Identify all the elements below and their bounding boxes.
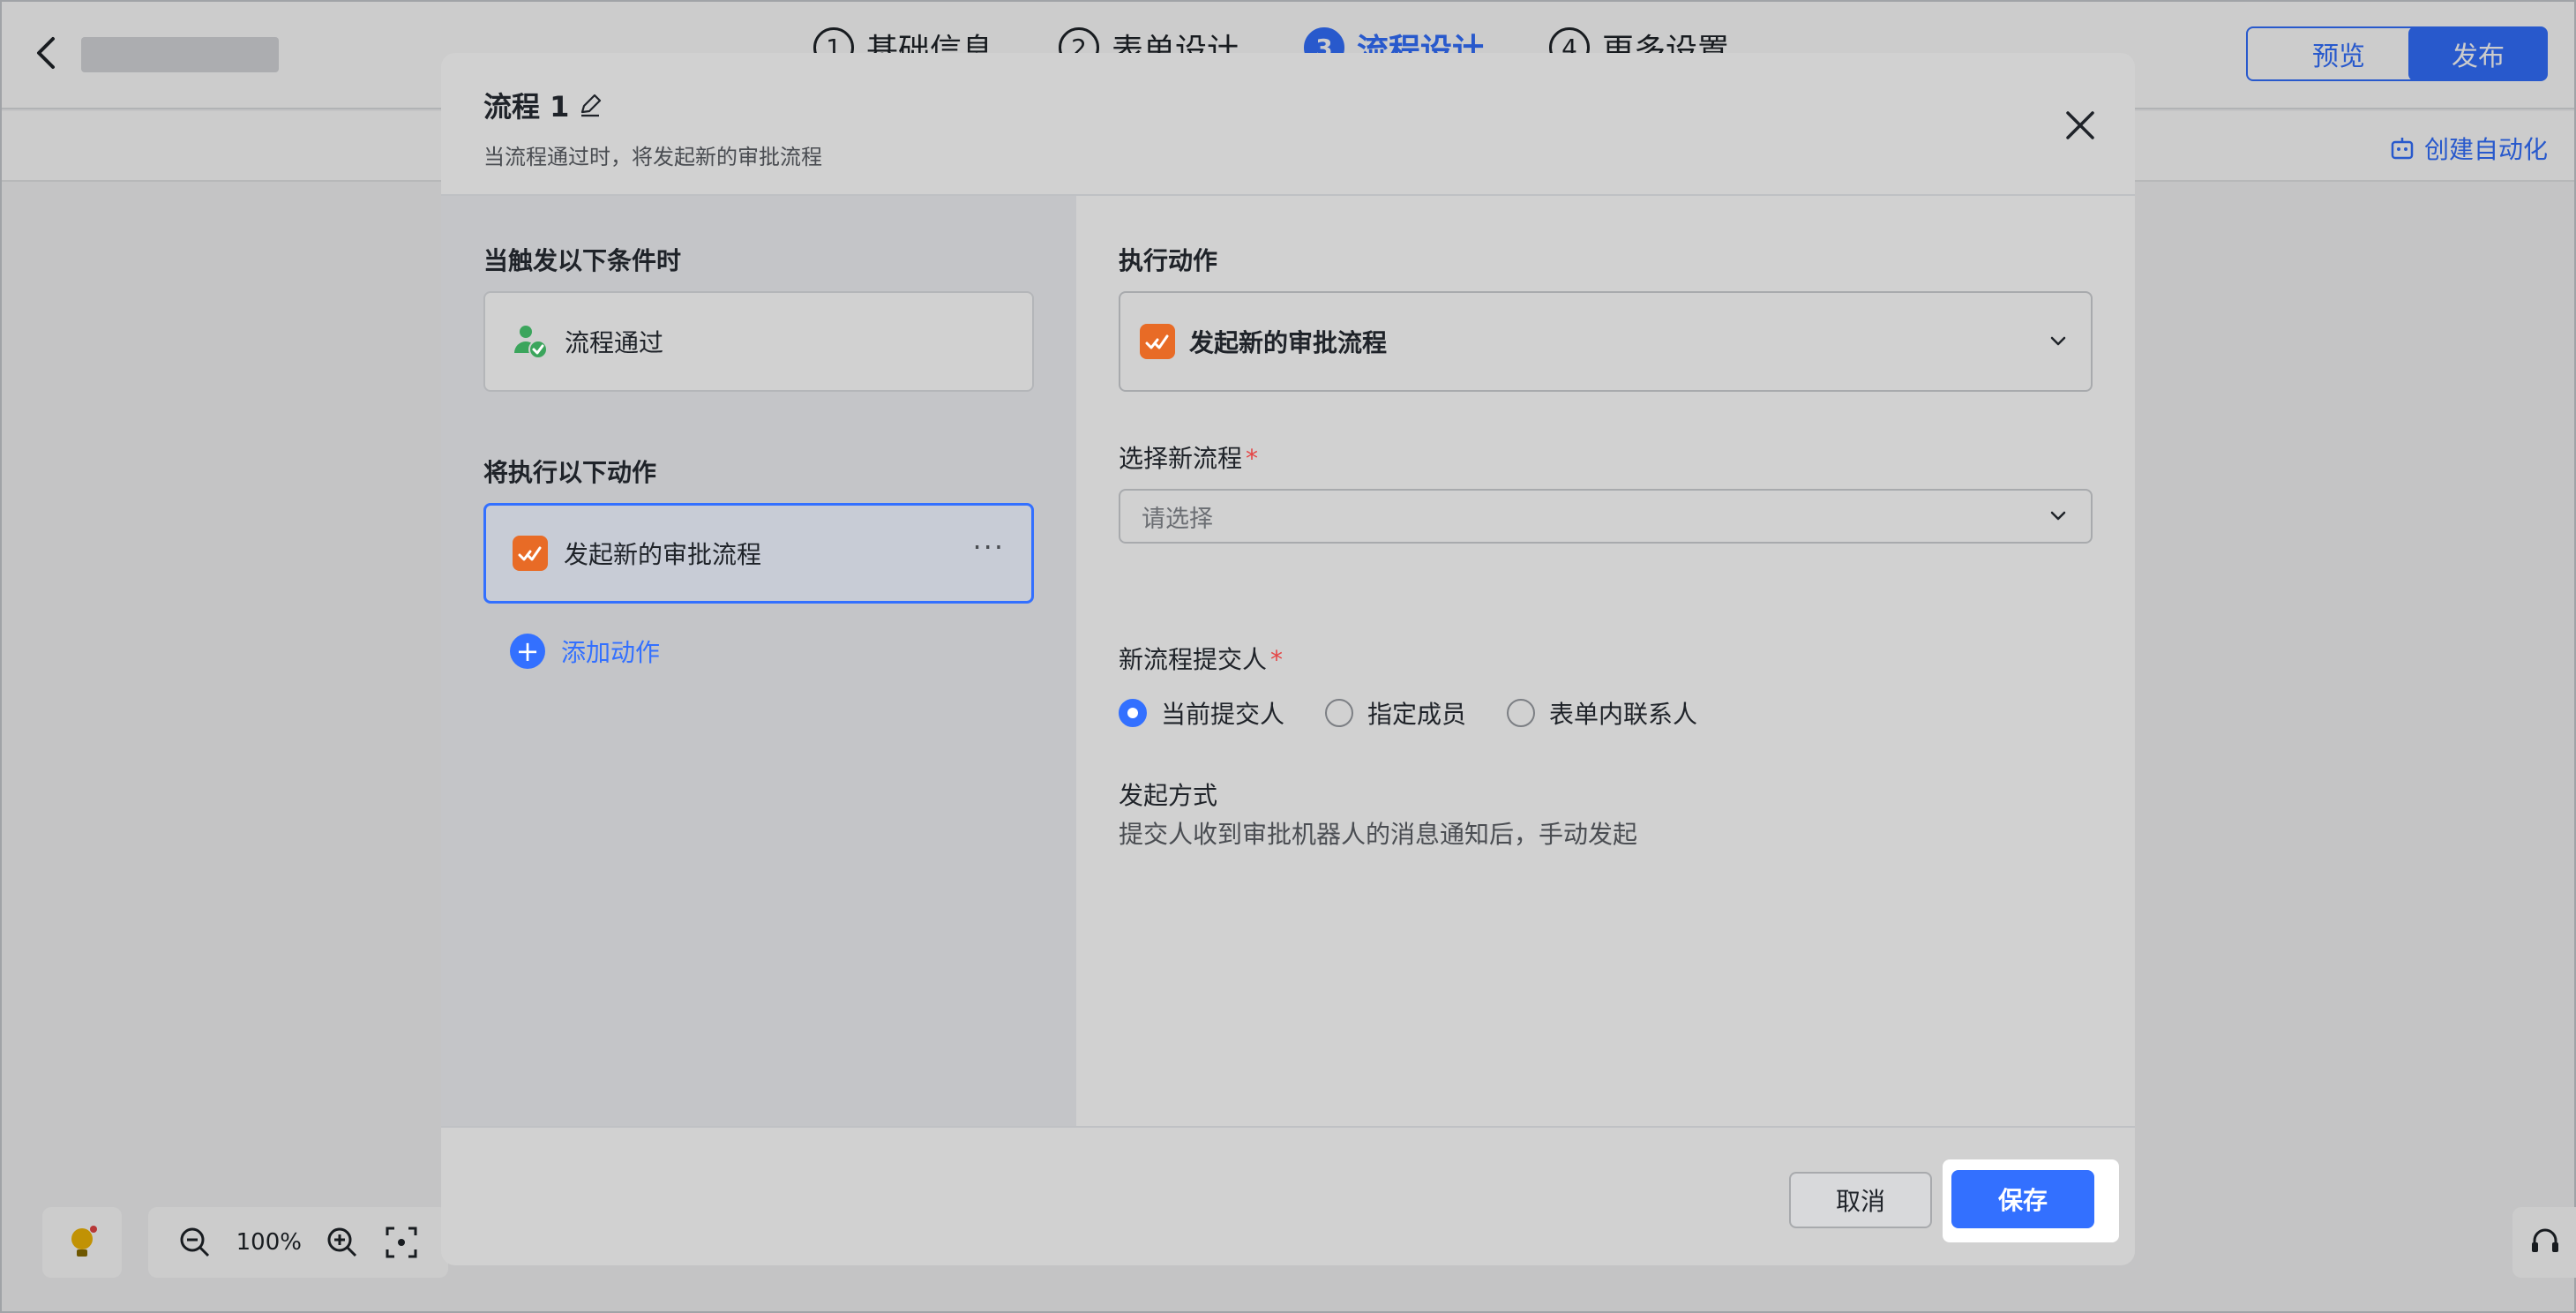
close-icon[interactable] bbox=[2063, 108, 2098, 143]
approval-app-icon bbox=[513, 536, 548, 571]
automation-dialog: 流程 1 当流程通过时，将发起新的审批流程 当触发以下条件时 流程通过 将执行以… bbox=[441, 53, 2135, 1265]
cancel-button[interactable]: 取消 bbox=[1789, 1172, 1932, 1228]
dialog-title: 流程 1 bbox=[483, 85, 603, 125]
execute-action-heading: 执行动作 bbox=[1119, 246, 1218, 275]
radio-label: 指定成员 bbox=[1367, 700, 1467, 729]
edit-pencil-icon[interactable] bbox=[578, 93, 603, 117]
launch-mode-label: 发起方式 bbox=[1119, 781, 1218, 810]
more-options-icon[interactable]: ··· bbox=[972, 530, 1005, 564]
select-flow-label: 选择新流程 * bbox=[1119, 439, 1258, 475]
dialog-header: 流程 1 当流程通过时，将发起新的审批流程 bbox=[441, 53, 2135, 196]
submitter-radio-group: 当前提交人 指定成员 表单内联系人 bbox=[1119, 695, 1697, 731]
action-card-selected[interactable]: 发起新的审批流程 ··· bbox=[483, 503, 1034, 604]
execute-action-value: 发起新的审批流程 bbox=[1189, 328, 1388, 357]
execute-action-select[interactable]: 发起新的审批流程 bbox=[1119, 291, 2093, 392]
chevron-down-icon bbox=[2050, 336, 2066, 346]
required-mark: * bbox=[1246, 444, 1259, 473]
trigger-condition-card[interactable]: 流程通过 bbox=[483, 291, 1034, 392]
launch-mode-description: 提交人收到审批机器人的消息通知后，手动发起 bbox=[1119, 820, 1638, 849]
trigger-condition-label: 流程通过 bbox=[565, 328, 664, 357]
trigger-action-panel: 当触发以下条件时 流程通过 将执行以下动作 发起新的审批流程 ··· + 添加动… bbox=[441, 196, 1076, 1126]
dialog-footer: 取消 保存 bbox=[441, 1126, 2135, 1265]
action-config-panel: 执行动作 发起新的审批流程 选择新流程 * 请选择 新流程提交人 * 当前提交人… bbox=[1076, 196, 2135, 1126]
select-flow-placeholder: 请选择 bbox=[1142, 505, 1213, 533]
required-mark: * bbox=[1270, 645, 1284, 674]
radio-form-contact[interactable]: 表单内联系人 bbox=[1507, 695, 1697, 731]
radio-checked-icon bbox=[1119, 699, 1147, 727]
add-action-button[interactable]: + 添加动作 bbox=[510, 634, 660, 669]
user-approved-icon bbox=[514, 326, 548, 359]
radio-specified-member[interactable]: 指定成员 bbox=[1325, 695, 1466, 731]
approval-app-icon bbox=[1140, 324, 1175, 359]
save-button[interactable]: 保存 bbox=[1951, 1170, 2094, 1228]
radio-unchecked-icon bbox=[1507, 699, 1536, 727]
radio-label: 表单内联系人 bbox=[1549, 700, 1698, 729]
select-flow-dropdown[interactable]: 请选择 bbox=[1119, 489, 2093, 544]
submitter-label: 新流程提交人 * bbox=[1119, 641, 1283, 676]
select-flow-label-text: 选择新流程 bbox=[1119, 444, 1243, 473]
dialog-subtitle: 当流程通过时，将发起新的审批流程 bbox=[483, 145, 822, 169]
add-action-label: 添加动作 bbox=[561, 638, 661, 667]
radio-label: 当前提交人 bbox=[1161, 700, 1285, 729]
action-card-label: 发起新的审批流程 bbox=[564, 540, 762, 569]
actions-heading: 将执行以下动作 bbox=[483, 458, 657, 487]
chevron-down-icon bbox=[2050, 511, 2066, 521]
radio-unchecked-icon bbox=[1325, 699, 1354, 727]
plus-circle-icon: + bbox=[510, 634, 545, 669]
radio-current-submitter[interactable]: 当前提交人 bbox=[1119, 695, 1284, 731]
dialog-title-text: 流程 1 bbox=[483, 90, 570, 124]
submitter-label-text: 新流程提交人 bbox=[1119, 645, 1268, 674]
trigger-heading: 当触发以下条件时 bbox=[483, 246, 682, 275]
